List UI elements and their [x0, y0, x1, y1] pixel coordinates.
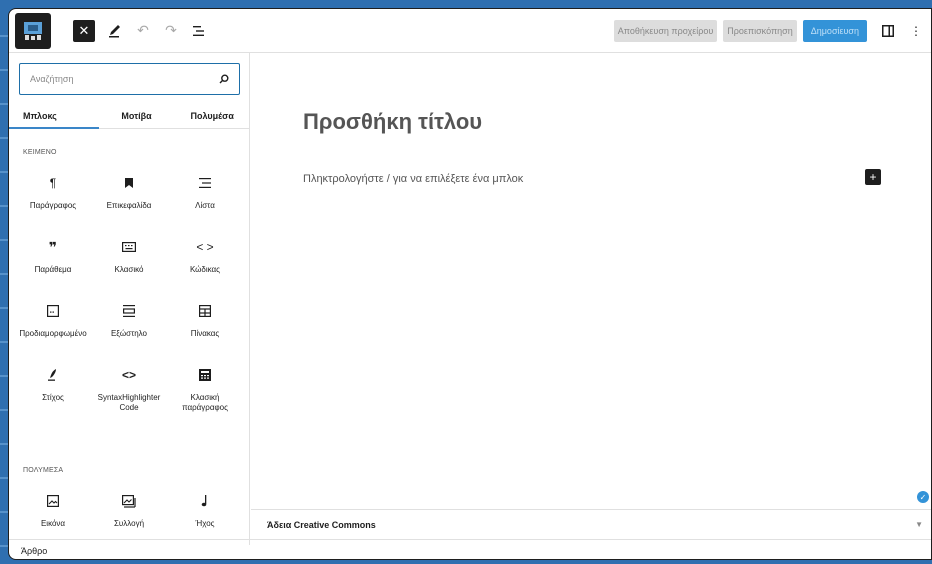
publish-button[interactable]: Δημοσίευση	[802, 20, 867, 42]
block-inserter-panel: Αναζήτηση Μπλοκς Μοτίβα Πολυμέσα ΚΕΙΜΕΝΟ…	[9, 53, 250, 545]
list-view-icon	[193, 25, 204, 36]
block-syntaxhighlighter[interactable]: <> SyntaxHighlighter Code	[91, 357, 167, 421]
pencil-icon	[109, 24, 120, 37]
options-menu-button[interactable]: ⋮	[905, 20, 927, 42]
block-label: Κλασικό	[114, 265, 144, 274]
tab-patterns[interactable]: Μοτίβα	[99, 103, 175, 128]
more-vertical-icon: ⋮	[910, 24, 922, 38]
block-quote[interactable]: ❞ Παράθεμα	[15, 229, 91, 293]
post-title-input[interactable]: Προσθήκη τίτλου	[303, 109, 482, 135]
block-label: Προδιαμορφωμένο	[19, 329, 87, 338]
list-icon	[199, 173, 211, 193]
block-label: Συλλογή	[113, 519, 145, 528]
editor-window: ✕ ↶ ↷ Αποθήκευση προχείρου Προεπισκόπηση…	[8, 8, 932, 560]
image-icon	[47, 491, 59, 511]
add-block-button[interactable]: +	[865, 169, 881, 185]
meta-box-creative-commons[interactable]: Άδεια Creative Commons ▼	[251, 509, 931, 539]
block-preformatted[interactable]: Προδιαμορφωμένο	[15, 293, 91, 357]
editor-header: ✕ ↶ ↷ Αποθήκευση προχείρου Προεπισκόπηση…	[9, 9, 931, 53]
block-label: Κώδικας	[189, 265, 221, 274]
site-logo-icon	[24, 21, 42, 40]
block-label: Πίνακας	[190, 329, 220, 338]
block-paragraph[interactable]: ¶ Παράγραφος	[15, 165, 91, 229]
block-heading[interactable]: Επικεφαλίδα	[91, 165, 167, 229]
redo-button[interactable]: ↷	[163, 20, 179, 42]
paragraph-block-placeholder[interactable]: Πληκτρολογήστε / για να επιλέξετε ένα μπ…	[303, 173, 523, 185]
header-actions: Αποθήκευση προχείρου Προεπισκόπηση Δημοσ…	[613, 9, 931, 53]
block-image[interactable]: Εικόνα	[15, 483, 91, 545]
preview-button[interactable]: Προεπισκόπηση	[723, 20, 797, 42]
block-classic[interactable]: Κλασικό	[91, 229, 167, 293]
block-code[interactable]: < > Κώδικας	[167, 229, 243, 293]
block-label: Επικεφαλίδα	[106, 201, 152, 210]
table-icon	[199, 301, 211, 321]
undo-icon: ↶	[137, 22, 149, 38]
sidebar-icon	[882, 25, 894, 37]
tab-blocks[interactable]: Μπλοκς	[9, 103, 99, 129]
search-input[interactable]: Αναζήτηση	[19, 63, 240, 95]
close-inserter-button[interactable]: ✕	[73, 19, 95, 42]
block-verse[interactable]: Στίχος	[15, 357, 91, 421]
inserter-tabs: Μπλοκς Μοτίβα Πολυμέσα	[9, 103, 249, 129]
media-blocks-grid: Εικόνα Συλλογή Ήχος	[15, 483, 245, 545]
text-blocks-grid: ¶ Παράγραφος Επικεφαλίδα Λίστα ❞ Παράθεμ…	[15, 165, 245, 421]
block-list[interactable]: Λίστα	[167, 165, 243, 229]
block-audio[interactable]: Ήχος	[167, 483, 243, 545]
block-label: Εξώστηλο	[110, 329, 148, 338]
classic-paragraph-icon	[199, 365, 211, 385]
block-label: Λίστα	[195, 201, 215, 210]
heading-icon	[125, 173, 133, 193]
redo-icon: ↷	[165, 22, 177, 38]
tools-button[interactable]	[107, 20, 123, 42]
site-logo[interactable]	[15, 12, 51, 49]
search-placeholder: Αναζήτηση	[30, 74, 74, 84]
block-label: Στίχος	[42, 393, 64, 402]
code-icon: < >	[196, 240, 214, 254]
quote-icon: ❞	[48, 238, 58, 255]
breadcrumb-item[interactable]: Άρθρο	[21, 546, 47, 556]
pullquote-icon	[123, 301, 135, 321]
keyboard-icon	[122, 237, 136, 257]
code-icon: <>	[121, 368, 136, 382]
paragraph-icon: ¶	[49, 176, 57, 190]
block-label: Ήχος	[195, 519, 215, 528]
block-label: Παράθεμα	[34, 265, 72, 274]
document-overview-button[interactable]	[191, 20, 207, 42]
section-title-media: ΠΟΛΥΜΕΣΑ	[23, 467, 64, 474]
block-label: Παράγραφος	[29, 201, 77, 210]
block-breadcrumb: Άρθρο	[9, 539, 931, 559]
meta-box-title: Άδεια Creative Commons	[267, 519, 376, 530]
caret-down-icon[interactable]: ▼	[915, 520, 923, 529]
search-icon	[219, 74, 229, 84]
block-label: Κλασική παράγραφος	[182, 393, 228, 412]
settings-toggle-button[interactable]	[877, 20, 899, 42]
block-classic-paragraph[interactable]: Κλασική παράγραφος	[167, 357, 243, 421]
block-pullquote[interactable]: Εξώστηλο	[91, 293, 167, 357]
plus-icon: +	[869, 170, 877, 184]
editor-canvas: Προσθήκη τίτλου Πληκτρολογήστε / για να …	[251, 53, 931, 509]
undo-button[interactable]: ↶	[135, 20, 151, 42]
save-draft-button[interactable]: Αποθήκευση προχείρου	[613, 20, 718, 42]
block-label: SyntaxHighlighter Code	[97, 393, 161, 412]
audio-icon	[201, 491, 209, 511]
gallery-icon	[122, 491, 136, 511]
verse-icon	[48, 365, 58, 385]
section-title-text: ΚΕΙΜΕΝΟ	[23, 149, 57, 156]
block-gallery[interactable]: Συλλογή	[91, 483, 167, 545]
status-check-icon: ✓	[917, 491, 929, 503]
block-table[interactable]: Πίνακας	[167, 293, 243, 357]
preformatted-icon	[47, 301, 59, 321]
block-label: Εικόνα	[40, 519, 66, 528]
tab-media[interactable]: Πολυμέσα	[174, 103, 249, 128]
close-icon: ✕	[78, 22, 90, 38]
